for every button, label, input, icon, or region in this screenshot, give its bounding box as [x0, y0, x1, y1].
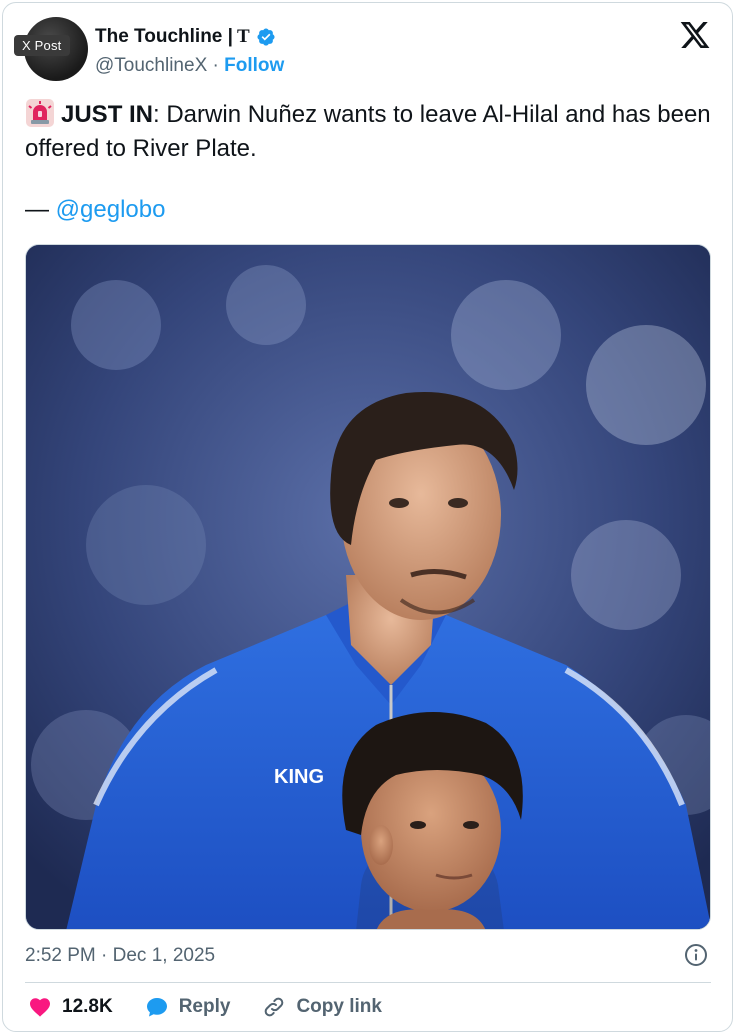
xpost-tag: X Post	[14, 35, 70, 56]
link-icon	[265, 997, 284, 1017]
x-logo-icon[interactable]	[679, 19, 711, 51]
verified-badge-icon	[257, 28, 275, 46]
handle-line: @TouchlineX · Follow	[95, 55, 284, 77]
heart-icon	[30, 998, 50, 1017]
copy-link-button[interactable]: Copy link	[262, 995, 382, 1019]
dash: —	[25, 196, 49, 223]
likes-count: 12.8K	[62, 996, 113, 1017]
divider	[25, 982, 711, 983]
tweet-photo[interactable]: KING	[25, 244, 711, 930]
jersey-text: KING	[274, 766, 324, 788]
tweet-lead: JUST IN	[61, 101, 154, 128]
tweet-text: JUST IN: Darwin Nuñez wants to leave Al-…	[25, 98, 715, 166]
follow-button[interactable]: Follow	[224, 55, 284, 76]
handle[interactable]: @TouchlineX	[95, 55, 207, 76]
mention-link[interactable]: @geglobo	[56, 196, 166, 223]
reply-icon	[146, 998, 167, 1017]
like-button[interactable]: 12.8K	[28, 995, 113, 1019]
display-name-text: The Touchline |	[95, 26, 233, 47]
photo-illustration: KING	[26, 245, 710, 929]
siren-emoji-icon	[26, 99, 54, 127]
info-icon[interactable]	[684, 943, 708, 967]
action-bar: 12.8K Reply Copy link	[28, 995, 414, 1019]
separator: ·	[212, 55, 219, 76]
timestamp[interactable]: 2:52 PM · Dec 1, 2025	[25, 945, 215, 967]
reply-button[interactable]: Reply	[145, 995, 231, 1019]
copy-link-label: Copy link	[296, 996, 382, 1017]
display-name[interactable]: The Touchline | T	[95, 26, 276, 48]
name-mark: T	[236, 26, 250, 47]
reply-label: Reply	[178, 996, 231, 1017]
source-line: — @geglobo	[25, 196, 165, 224]
